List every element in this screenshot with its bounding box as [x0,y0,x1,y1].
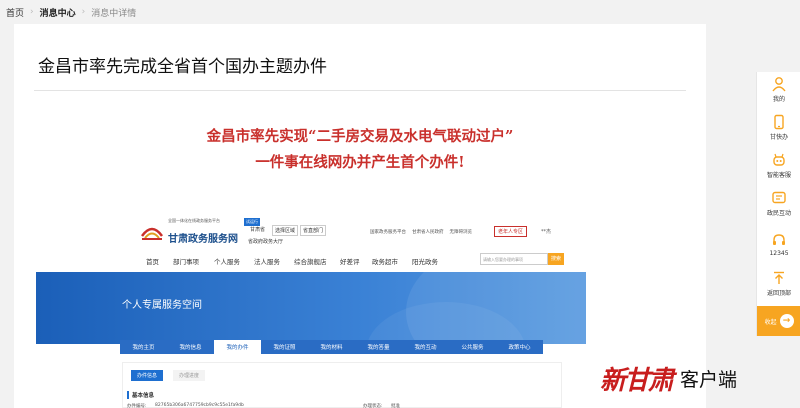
sidebar-item-mine[interactable]: 我的 [757,72,800,108]
subtab-case-info[interactable]: 办件信息 [131,370,164,381]
page-title: 金昌市率先完成全省首个国办主题办件 [38,57,327,77]
sidebar-item-label: 甘快办 [769,134,788,141]
sidebar-item-service[interactable]: 智能客服 [757,148,800,184]
subtab-progress[interactable]: 办理进度 [173,370,206,381]
region-select[interactable]: 选择区域 [272,225,299,236]
breadcrumb: 首页 › 消息中心 › 消息中详情 [0,0,800,24]
breadcrumb-center[interactable]: 消息中心 [40,6,76,19]
site-name: 甘肃政务服务网 [168,234,238,245]
top-link[interactable]: 国家政务服务平台 [370,229,406,235]
top-links: 国家政务服务平台 甘肃省人民政府 无障碍浏览 [370,229,472,235]
watermark: 新甘肃 客户端 [600,360,737,397]
tab-licenses[interactable]: 我的证照 [261,340,308,354]
site-subtitle: 全国一体化在线政务服务平台 [168,218,220,223]
tab-materials[interactable]: 我的材料 [308,340,355,354]
sidebar-item-gankuaiban[interactable]: 甘快办 [757,110,800,146]
nav-item[interactable]: 首页 [146,256,159,266]
embedded-screenshot: 全国一体化在线政务服务平台 甘肃政务服务网 试运行 甘肃省 选择区域 省直部门 … [36,212,586,408]
sidebar-item-interaction[interactable]: 政民互动 [757,186,800,222]
case-panel: 办件信息 办理进度 基本信息 办件编号: 82765b306a6747759cb9… [122,362,562,408]
sidebar-item-label: 我的 [772,96,785,103]
tab-bar: 我的主页 我的信息 我的办件 我的证照 我的材料 我的答量 我的互动 公共服务 … [120,340,543,354]
province-label: 甘肃省 [250,227,266,233]
breadcrumb-detail: 消息中详情 [91,8,137,19]
watermark-suffix: 客户端 [680,369,738,391]
breadcrumb-home[interactable]: 首页 [6,6,24,19]
dept-select[interactable]: 省直部门 [300,225,327,236]
nav-item[interactable]: 政务超市 [372,256,398,266]
tab-public-service[interactable]: 公共服务 [449,340,496,354]
tab-my-cases[interactable]: 我的办件 [214,340,261,354]
divider [34,90,686,91]
case-number-label: 办件编号: [127,404,147,408]
top-link[interactable]: 甘肃省人民政府 [412,229,444,235]
search-button[interactable]: 搜索 [548,253,564,265]
tab-home[interactable]: 我的主页 [120,340,167,354]
nav-item[interactable]: 综合旗舰店 [294,256,327,266]
elder-mode-button[interactable]: 老年人专区 [494,226,528,237]
user-menu[interactable]: **杰 [541,228,551,235]
headline-line-2: 一件事在线网办并产生首个办件! [255,154,465,171]
chevron-right-icon: › [81,7,86,17]
right-sidebar: 我的 甘快办 智能客服 政民互动 12345 返回顶部 收起 → [756,72,800,336]
nav-item[interactable]: 个人服务 [214,256,240,266]
banner: 个人专属服务空间 [36,272,586,344]
tab-info[interactable]: 我的信息 [167,340,214,354]
arrow-up-icon [774,271,784,284]
sidebar-item-label: 12345 [769,250,789,257]
logo-icon [140,227,164,240]
chat-icon [772,191,786,204]
section-title: 基本信息 [127,391,154,399]
top-link[interactable]: 无障碍浏览 [450,229,473,235]
nav-item[interactable]: 阳光政务 [412,256,438,266]
tab-policy[interactable]: 政策中心 [496,340,543,354]
sidebar-item-back-to-top[interactable]: 返回顶部 [757,266,800,302]
case-status-label: 办理状态: [363,404,383,408]
collapse-button[interactable]: 收起 → [757,306,800,336]
headset-icon [773,234,785,245]
watermark-brand: 新甘肃 [600,366,674,396]
search-input[interactable]: 请输入您要办理的事项 [480,253,548,265]
hall-link[interactable]: 省政府政务大厅 [248,238,283,245]
nav-item[interactable]: 好差评 [340,256,360,266]
robot-icon [773,153,785,166]
case-number-value: 82765b306a6747759cb9c9c55e1fa9db [155,403,244,408]
sidebar-item-12345[interactable]: 12345 [757,228,800,264]
banner-title: 个人专属服务空间 [122,300,202,311]
phone-icon [774,114,784,130]
trial-badge: 试运行 [244,218,260,226]
chevron-right-icon: › [30,7,34,17]
nav-item[interactable]: 部门事项 [173,256,199,266]
case-status-value: 批准 [391,404,400,408]
sidebar-item-label: 智能客服 [766,172,791,179]
arrow-right-icon: → [779,314,794,328]
sidebar-item-label: 返回顶部 [766,290,791,297]
user-icon [772,77,786,92]
tab-interaction[interactable]: 我的互动 [402,340,449,354]
tab-answers[interactable]: 我的答量 [355,340,402,354]
collapse-label: 收起 [764,318,777,326]
site-header: 全国一体化在线政务服务平台 甘肃政务服务网 试运行 甘肃省 选择区域 省直部门 … [36,212,586,252]
article-card: 金昌市率先完成全省首个国办主题办件 金昌市率先实现“二手房交易及水电气联动过户”… [14,24,706,408]
headline-line-1: 金昌市率先实现“二手房交易及水电气联动过户” [206,128,514,145]
nav-item[interactable]: 法人服务 [254,256,280,266]
sidebar-item-label: 政民互动 [766,210,791,217]
